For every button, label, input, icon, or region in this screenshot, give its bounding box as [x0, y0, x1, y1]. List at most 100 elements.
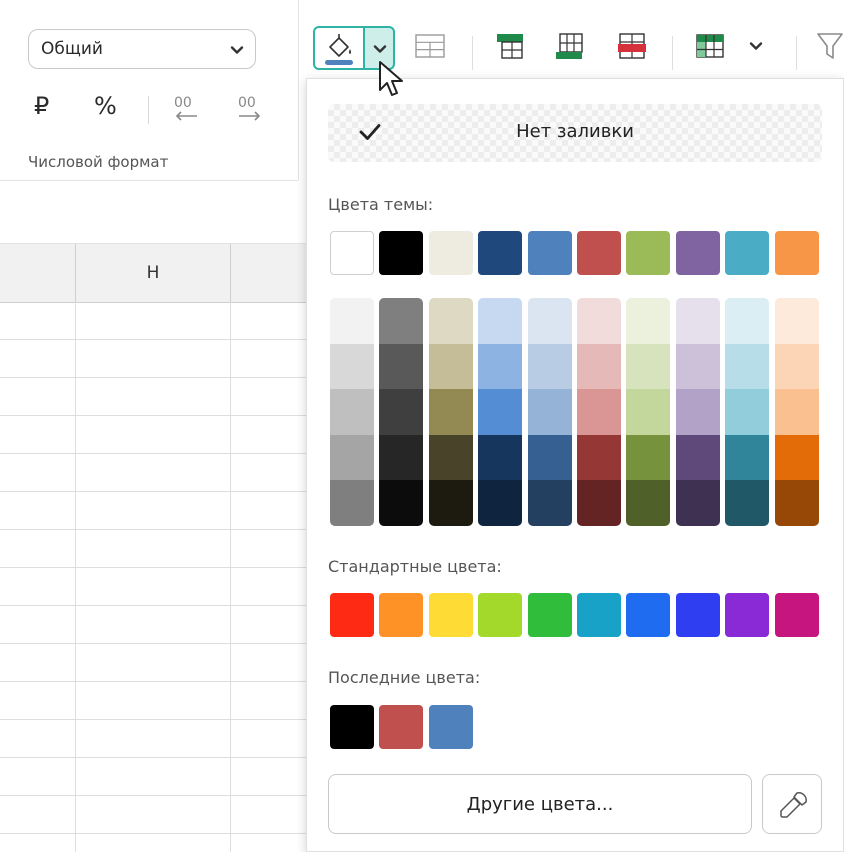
theme-color-swatch[interactable] — [478, 231, 523, 275]
theme-shade-swatch[interactable] — [675, 480, 720, 526]
theme-shade-swatch[interactable] — [379, 480, 424, 526]
theme-shade-swatch[interactable] — [330, 389, 374, 435]
theme-shade-swatch[interactable] — [527, 389, 572, 435]
standard-color-swatch[interactable] — [428, 593, 473, 637]
standard-color-swatch[interactable] — [527, 593, 572, 637]
standard-color-swatch[interactable] — [577, 593, 621, 637]
cell-borders-icon[interactable] — [414, 30, 446, 62]
percent-format-button[interactable]: % — [94, 92, 117, 120]
theme-shade-swatch[interactable] — [379, 434, 424, 481]
table-style-icon[interactable] — [694, 30, 726, 62]
theme-shade-swatch[interactable] — [577, 389, 621, 435]
standard-color-swatch[interactable] — [774, 593, 819, 637]
eyedropper-icon — [780, 792, 807, 818]
theme-shade-swatch[interactable] — [478, 480, 523, 526]
theme-color-swatch[interactable] — [527, 231, 572, 275]
theme-shade-swatch[interactable] — [379, 298, 424, 344]
theme-shade-swatch[interactable] — [626, 298, 671, 344]
theme-shade-swatch[interactable] — [626, 389, 671, 435]
decrease-decimal-icon[interactable]: 00 — [170, 92, 202, 128]
theme-shade-swatch[interactable] — [675, 298, 720, 344]
chevron-down-icon[interactable] — [748, 38, 764, 54]
theme-color-swatch[interactable] — [774, 231, 819, 275]
more-colors-button[interactable]: Другие цвета... — [328, 774, 752, 834]
theme-color-swatch[interactable] — [725, 231, 770, 275]
insert-row-above-icon[interactable] — [494, 30, 526, 62]
theme-color-swatch[interactable] — [675, 231, 720, 275]
theme-shade-swatch[interactable] — [330, 343, 374, 390]
theme-shade-swatch[interactable] — [774, 389, 819, 435]
theme-shade-swatch[interactable] — [774, 480, 819, 526]
theme-color-swatch[interactable] — [379, 231, 424, 275]
theme-color-swatch[interactable] — [577, 231, 621, 275]
theme-shade-swatch[interactable] — [725, 480, 770, 526]
theme-shade-swatch[interactable] — [675, 343, 720, 390]
theme-shade-swatch[interactable] — [527, 298, 572, 344]
recent-color-swatch[interactable] — [379, 705, 424, 749]
theme-shade-swatch[interactable] — [478, 298, 523, 344]
spreadsheet-grid[interactable] — [0, 302, 310, 852]
theme-shade-swatch[interactable] — [626, 434, 671, 481]
theme-shade-swatch[interactable] — [675, 389, 720, 435]
theme-shade-column — [428, 298, 473, 526]
standard-color-swatch[interactable] — [725, 593, 770, 637]
theme-shade-swatch[interactable] — [577, 480, 621, 526]
mouse-cursor-icon — [379, 61, 403, 96]
number-format-select[interactable]: Общий — [28, 29, 256, 69]
theme-shade-swatch[interactable] — [478, 434, 523, 481]
theme-color-swatch[interactable] — [626, 231, 671, 275]
standard-color-swatch[interactable] — [330, 593, 374, 637]
theme-shade-swatch[interactable] — [626, 480, 671, 526]
theme-shade-swatch[interactable] — [478, 343, 523, 390]
insert-cells-icon[interactable] — [554, 30, 586, 62]
theme-color-swatch[interactable] — [428, 231, 473, 275]
increase-decimal-icon[interactable]: 00 — [234, 92, 266, 128]
theme-shade-swatch[interactable] — [428, 343, 473, 390]
theme-shade-swatch[interactable] — [527, 480, 572, 526]
standard-color-swatch[interactable] — [675, 593, 720, 637]
theme-colors-label: Цвета темы: — [328, 195, 434, 214]
filter-icon[interactable] — [816, 30, 844, 62]
standard-color-swatch[interactable] — [379, 593, 424, 637]
theme-shade-swatch[interactable] — [527, 343, 572, 390]
theme-shade-swatch[interactable] — [626, 343, 671, 390]
theme-shade-swatch[interactable] — [330, 298, 374, 344]
recent-color-swatch[interactable] — [330, 705, 374, 749]
theme-shade-swatch[interactable] — [428, 434, 473, 481]
recent-color-swatch[interactable] — [428, 705, 473, 749]
theme-shade-column — [330, 298, 374, 526]
theme-shade-swatch[interactable] — [774, 298, 819, 344]
theme-shade-swatch[interactable] — [774, 343, 819, 390]
theme-shade-swatch[interactable] — [725, 298, 770, 344]
theme-shade-swatch[interactable] — [577, 298, 621, 344]
theme-shade-swatch[interactable] — [725, 389, 770, 435]
theme-color-swatch[interactable] — [330, 231, 374, 275]
theme-shade-swatch[interactable] — [379, 389, 424, 435]
standard-color-swatch[interactable] — [626, 593, 671, 637]
theme-shade-column — [577, 298, 621, 526]
theme-shade-swatch[interactable] — [527, 434, 572, 481]
column-header-h[interactable]: H — [76, 244, 230, 302]
currency-format-button[interactable]: ₽ — [34, 92, 49, 120]
svg-text:00: 00 — [174, 95, 192, 111]
delete-row-icon[interactable] — [616, 30, 648, 62]
theme-shade-swatch[interactable] — [330, 480, 374, 526]
more-colors-label: Другие цвета... — [466, 794, 614, 815]
theme-shade-swatch[interactable] — [774, 434, 819, 481]
no-fill-option[interactable]: Нет заливки — [328, 104, 822, 162]
theme-shade-swatch[interactable] — [330, 434, 374, 481]
theme-shade-swatch[interactable] — [428, 298, 473, 344]
theme-shade-swatch[interactable] — [675, 434, 720, 481]
theme-shade-swatch[interactable] — [577, 343, 621, 390]
theme-shade-swatch[interactable] — [428, 389, 473, 435]
standard-color-swatch[interactable] — [478, 593, 523, 637]
chevron-down-icon — [230, 46, 244, 54]
fill-color-button[interactable] — [313, 26, 363, 70]
theme-shade-swatch[interactable] — [577, 434, 621, 481]
theme-shade-swatch[interactable] — [428, 480, 473, 526]
eyedropper-button[interactable] — [762, 774, 822, 834]
theme-shade-swatch[interactable] — [379, 343, 424, 390]
theme-shade-swatch[interactable] — [725, 343, 770, 390]
theme-shade-swatch[interactable] — [478, 389, 523, 435]
theme-shade-swatch[interactable] — [725, 434, 770, 481]
